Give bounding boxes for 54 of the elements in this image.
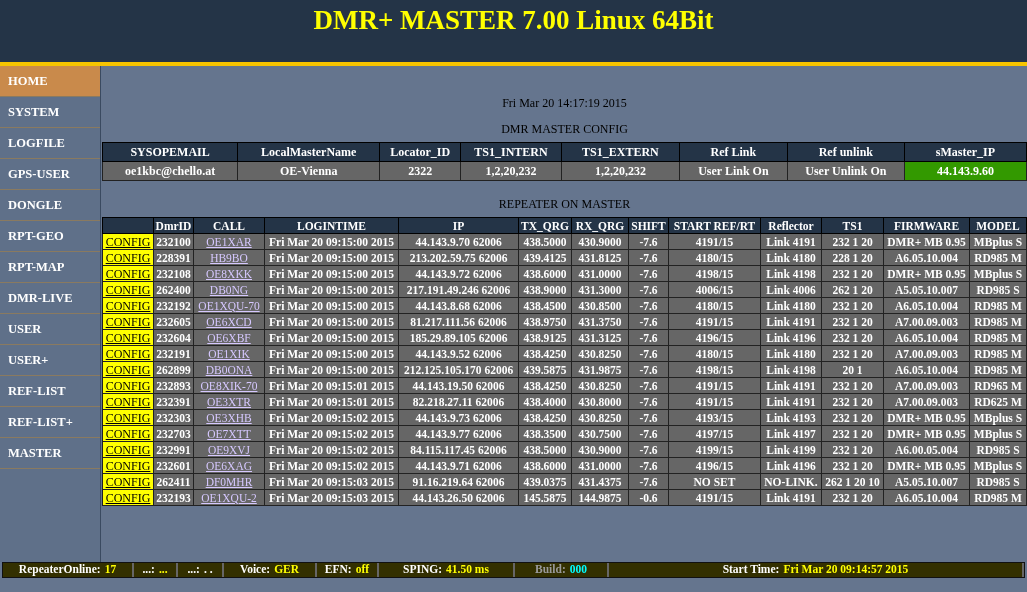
- column-header: LOGINTIME: [264, 217, 399, 234]
- page-title: DMR+ MASTER 7.00 Linux 64Bit: [312, 4, 715, 37]
- column-header: FIRMWARE: [883, 217, 970, 234]
- status-value: 17: [104, 562, 117, 578]
- nav-item[interactable]: REF-LIST+: [0, 407, 100, 438]
- nav-item[interactable]: RPT-MAP: [0, 252, 100, 283]
- column-header: TS1: [821, 217, 884, 234]
- column-header: LocalMasterName: [237, 142, 380, 162]
- status-label: EFN:: [324, 562, 352, 578]
- column-header: TS1_INTERN: [460, 142, 562, 162]
- status-label: Build:: [535, 562, 566, 578]
- column-header: TX_QRG: [518, 217, 572, 234]
- status-value: Fri Mar 20 09:14:57 2015: [783, 562, 909, 578]
- column-header: IP: [398, 217, 519, 234]
- status-label: Voice:: [239, 562, 271, 578]
- status-value: 000: [569, 562, 587, 578]
- column-header: Ref unlink: [787, 142, 905, 162]
- nav-item[interactable]: HOME: [0, 66, 100, 97]
- status-label: SPING:: [403, 562, 443, 578]
- nav-item[interactable]: USER+: [0, 345, 100, 376]
- column-header: SHIFT: [628, 217, 669, 234]
- status-label: RepeaterOnline:: [18, 562, 101, 578]
- nav-item[interactable]: USER: [0, 314, 100, 345]
- column-header: Ref Link: [679, 142, 788, 162]
- status-value: 41.50 ms: [446, 562, 489, 578]
- status-value: . .: [203, 562, 213, 578]
- column-header: [102, 217, 154, 234]
- status-value: ...: [158, 562, 168, 578]
- column-header: RX_QRG: [571, 217, 629, 234]
- status-value: off: [355, 562, 370, 578]
- column-header: Locator_ID: [379, 142, 461, 162]
- column-header: START REF/RT: [668, 217, 761, 234]
- nav-item[interactable]: LOGFILE: [0, 128, 100, 159]
- date-time: Fri Mar 20 14:17:19 2015: [502, 96, 627, 110]
- nav-item[interactable]: REF-LIST: [0, 376, 100, 407]
- column-header: DmrID: [153, 217, 194, 234]
- section-title: REPEATER ON MASTER: [498, 197, 631, 211]
- column-header: MODEL: [969, 217, 1027, 234]
- nav-item[interactable]: DMR-LIVE: [0, 283, 100, 314]
- nav-item[interactable]: MASTER: [0, 438, 100, 469]
- column-header: CALL: [193, 217, 265, 234]
- nav-item[interactable]: RPT-GEO: [0, 221, 100, 252]
- status-label: ...:: [187, 562, 200, 578]
- column-header: Reflector: [760, 217, 822, 234]
- status-value: GER: [274, 562, 300, 578]
- column-header: SYSOPEMAIL: [102, 142, 238, 162]
- column-header: TS1_EXTERN: [561, 142, 680, 162]
- column-header: sMaster_IP: [904, 142, 1027, 162]
- nav-item[interactable]: DONGLE: [0, 190, 100, 221]
- nav-item[interactable]: GPS-USER: [0, 159, 100, 190]
- section-title: DMR MASTER CONFIG: [501, 122, 628, 136]
- status-label: Start Time:: [722, 562, 780, 578]
- nav-item[interactable]: SYSTEM: [0, 97, 100, 128]
- status-label: ...:: [142, 562, 155, 578]
